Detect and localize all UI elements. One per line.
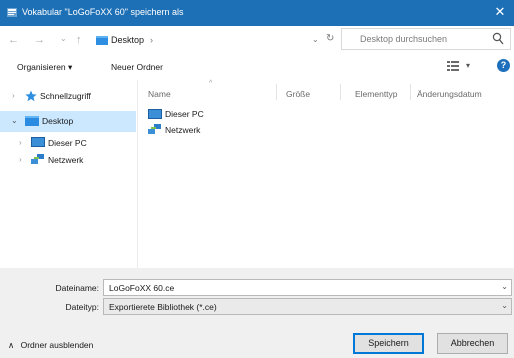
organize-button[interactable]: Organisieren ▾ (17, 62, 72, 73)
nav-item-label: Desktop (42, 116, 74, 126)
address-path[interactable]: Desktop (111, 35, 144, 45)
filename-input[interactable]: LoGoFoXX 60.ce ⌄ (103, 279, 512, 296)
close-icon[interactable]: ✕ (492, 3, 508, 21)
computer-icon (31, 137, 45, 147)
star-icon (25, 90, 37, 102)
search-placeholder: Desktop durchsuchen (360, 34, 448, 44)
network-icon (148, 124, 161, 134)
nav-item-label: Dieser PC (48, 138, 87, 148)
filename-label: Dateiname: (55, 283, 99, 293)
chevron-down-icon[interactable]: ⌄ (501, 301, 508, 310)
history-chevron-icon[interactable]: ⌄ (60, 32, 67, 46)
filetype-value: Exportierete Bibliothek (*.ce) (109, 302, 217, 312)
chevron-up-icon: ∧ (8, 340, 15, 350)
column-header-size[interactable]: Größe (286, 89, 310, 99)
desktop-folder-icon (25, 116, 39, 126)
view-options-icon[interactable] (447, 60, 459, 72)
window-title: Vokabular "LoGoFoXX 60" speichern als (22, 7, 184, 17)
save-button[interactable]: Speichern (353, 333, 424, 354)
column-header-name[interactable]: Name (148, 89, 171, 99)
view-dropdown-icon[interactable]: ▾ (466, 61, 470, 70)
nav-item-network[interactable]: › Netzwerk (0, 150, 136, 170)
navigation-pane (0, 80, 136, 268)
filetype-select[interactable]: Exportierete Bibliothek (*.ce) ⌄ (103, 298, 512, 315)
list-item[interactable]: Netzwerk (148, 123, 258, 139)
filetype-label: Dateityp: (65, 302, 99, 312)
nav-item-label: Netzwerk (48, 155, 84, 165)
toolbar (0, 56, 514, 78)
up-arrow-icon[interactable]: ↑ (76, 33, 82, 47)
nav-item-desktop[interactable]: ⌄ Desktop (0, 111, 136, 132)
file-name: Dieser PC (165, 109, 204, 119)
nav-item-label: Schnellzugriff (40, 91, 91, 101)
cancel-button[interactable]: Abbrechen (437, 333, 508, 354)
search-icon[interactable] (492, 32, 504, 46)
search-box[interactable]: Desktop durchsuchen (341, 28, 511, 50)
filename-value: LoGoFoXX 60.ce (109, 283, 175, 293)
column-header-type[interactable]: Elementtyp (355, 89, 398, 99)
expand-arrow-icon[interactable]: › (12, 91, 15, 100)
file-name: Netzwerk (165, 125, 201, 135)
forward-arrow-icon[interactable]: → (34, 33, 45, 47)
chevron-right-icon[interactable]: › (150, 35, 153, 45)
expand-arrow-icon[interactable]: › (19, 138, 22, 147)
back-arrow-icon[interactable]: ← (8, 33, 19, 47)
app-icon (7, 8, 17, 17)
desktop-folder-icon (96, 36, 108, 45)
chevron-down-icon[interactable]: ⌄ (501, 282, 508, 291)
expand-arrow-icon[interactable]: › (19, 155, 22, 164)
network-icon (31, 154, 44, 164)
hide-folders-label: Ordner ausblenden (20, 340, 94, 350)
refresh-icon[interactable]: ↻ (326, 33, 334, 44)
hide-folders-toggle[interactable]: ∧ Ordner ausblenden (8, 340, 93, 351)
column-divider[interactable] (410, 84, 411, 100)
chevron-down-icon[interactable]: ⌄ (312, 35, 319, 44)
list-item[interactable]: Dieser PC (148, 107, 258, 123)
nav-item-quick-access[interactable]: › Schnellzugriff (0, 86, 136, 106)
column-header-date[interactable]: Änderungsdatum (417, 89, 482, 99)
sort-indicator-icon: ^ (209, 80, 213, 87)
computer-icon (148, 109, 162, 119)
new-folder-button[interactable]: Neuer Ordner (111, 62, 163, 72)
column-divider[interactable] (276, 84, 277, 100)
collapse-arrow-icon[interactable]: ⌄ (11, 116, 18, 125)
help-icon[interactable]: ? (497, 59, 510, 72)
title-bar[interactable]: Vokabular "LoGoFoXX 60" speichern als ✕ (0, 0, 514, 26)
column-divider[interactable] (340, 84, 341, 100)
